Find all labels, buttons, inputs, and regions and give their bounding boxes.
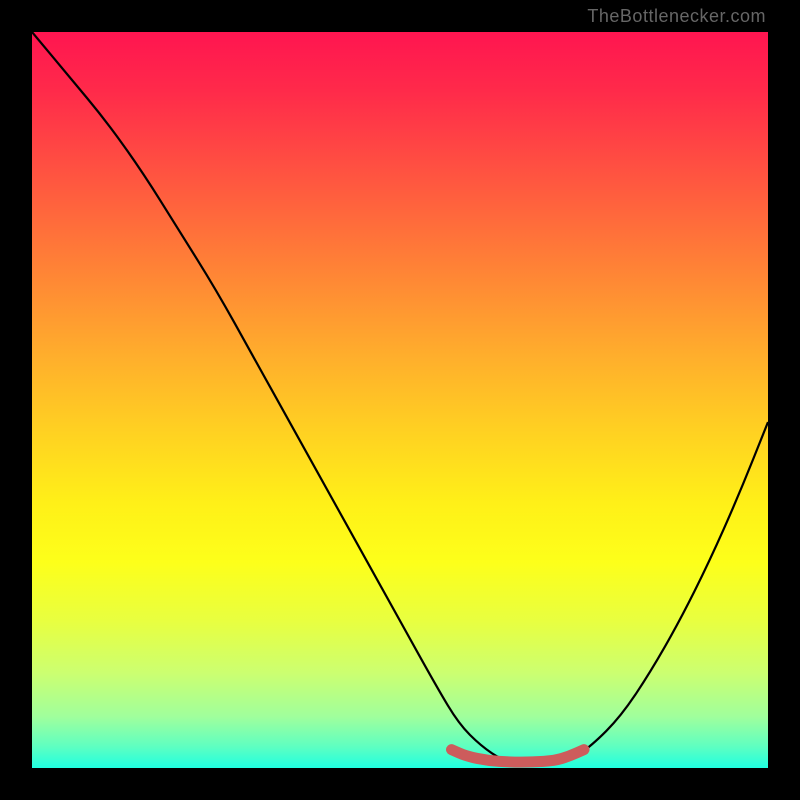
chart-svg	[32, 32, 768, 768]
bottleneck-curve	[32, 32, 768, 766]
chart-container: TheBottlenecker.com	[0, 0, 800, 800]
attribution-text: TheBottlenecker.com	[587, 6, 766, 27]
plot-area	[32, 32, 768, 768]
optimal-band	[452, 750, 584, 763]
